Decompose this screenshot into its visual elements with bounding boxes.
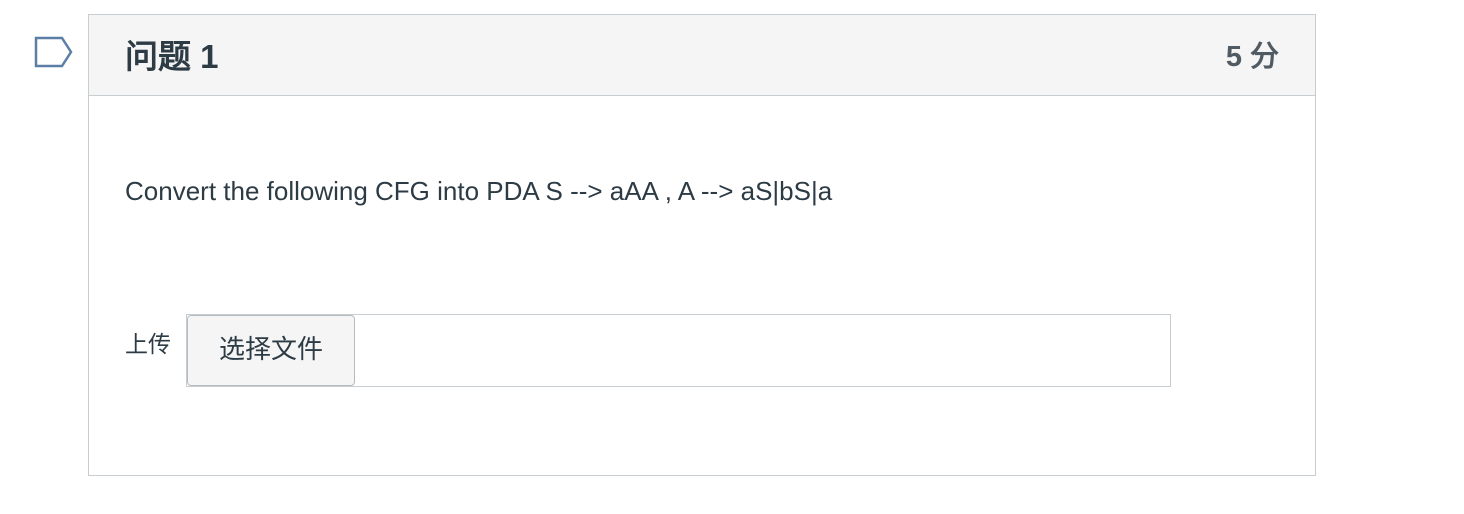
file-upload-field[interactable]: 选择文件 — [186, 314, 1171, 387]
question-points: 5 分 — [1225, 41, 1279, 73]
question-title: 问题 1 — [125, 38, 219, 75]
question-text: Convert the following CFG into PDA S -->… — [125, 176, 833, 206]
question-header: 问题 1 5 分 — [89, 15, 1315, 96]
flag-question-icon[interactable] — [34, 36, 74, 70]
choose-file-button[interactable]: 选择文件 — [187, 315, 355, 386]
upload-label: 上传 — [125, 331, 171, 357]
question-card: 问题 1 5 分 Convert the following CFG into … — [88, 14, 1316, 476]
quiz-page: 问题 1 5 分 Convert the following CFG into … — [0, 0, 1464, 514]
